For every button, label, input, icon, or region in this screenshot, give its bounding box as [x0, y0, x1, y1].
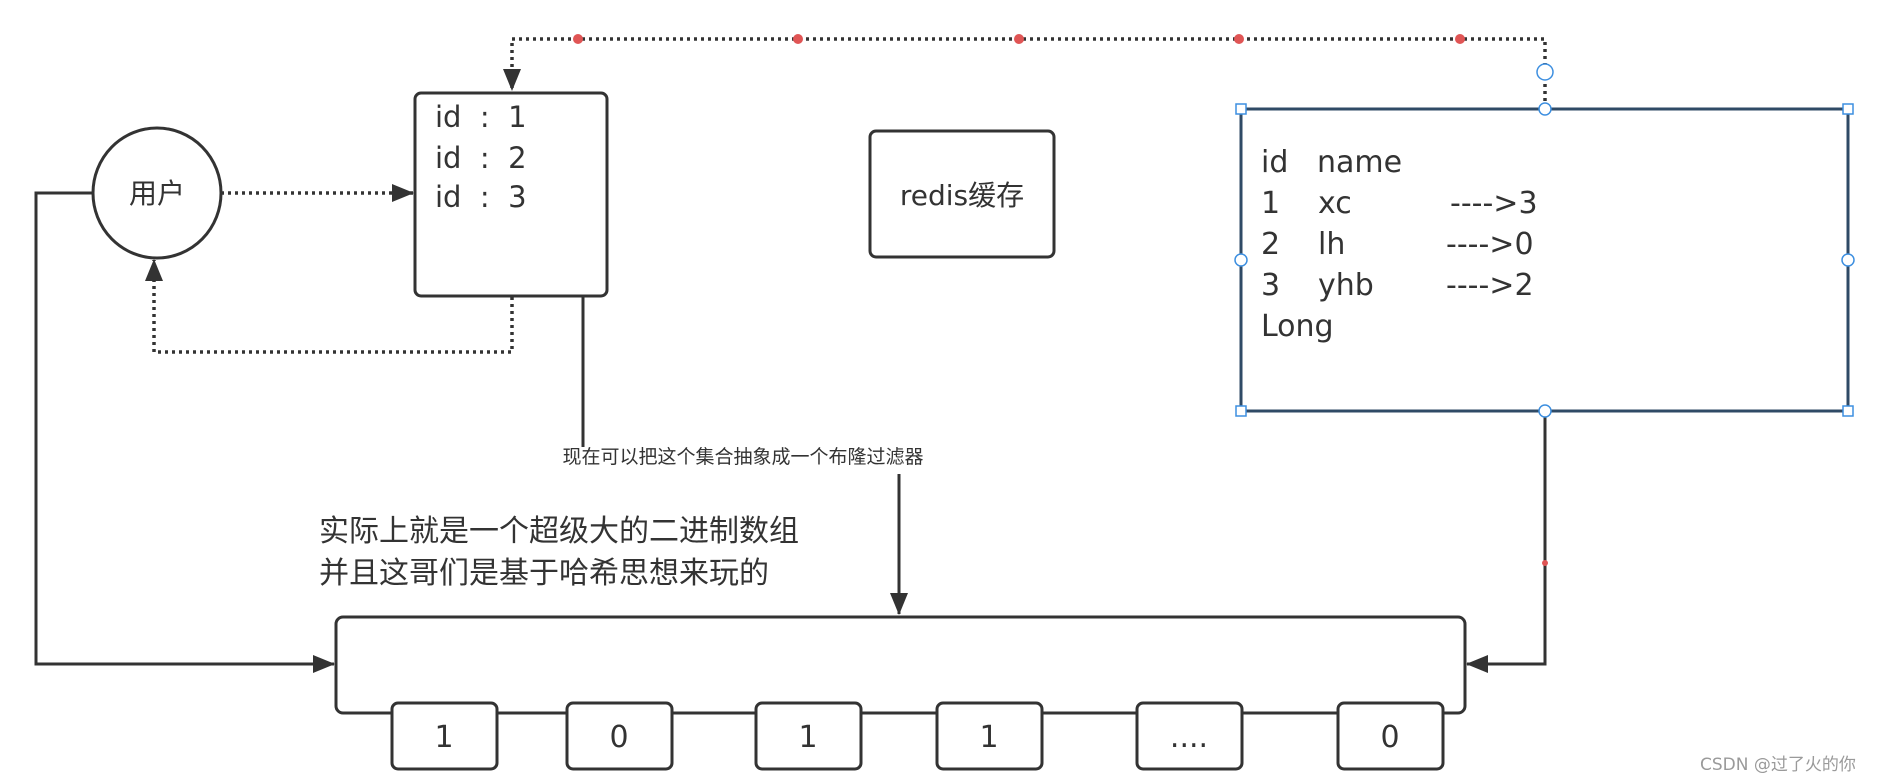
diagram-canvas: 用户 id : 1 id : 2 id : 3 redis缓存 id name … [34, 34, 1856, 775]
bit-cell[interactable]: 0 [565, 701, 674, 771]
user-node-label: 用户 [129, 177, 185, 210]
watermark: CSDN @过了火的你 [1700, 755, 1856, 775]
bit-cell[interactable]: 0 [1336, 701, 1445, 771]
resize-handle-top-left[interactable] [1235, 103, 1247, 115]
db-row-name: yhb [1318, 268, 1374, 303]
connection-point-left[interactable] [1234, 253, 1248, 267]
id-line: id : 2 [435, 141, 527, 175]
bit-cell-value: 1 [798, 720, 817, 755]
waypoint-dot[interactable] [1014, 34, 1024, 44]
db-row-id: 2 [1261, 227, 1280, 262]
bit-array-node[interactable] [334, 615, 1467, 715]
waypoint-dot[interactable] [1455, 34, 1465, 44]
connection-point-bottom[interactable] [1538, 404, 1552, 418]
db-table-node[interactable]: id name 1 xc ---->3 2 lh ---->0 3 yhb --… [1239, 107, 1850, 413]
rotate-handle[interactable] [1536, 63, 1554, 81]
waypoint-dot[interactable] [793, 34, 803, 44]
resize-handle-top-right[interactable] [1842, 103, 1854, 115]
bit-cell-value: 0 [609, 720, 628, 755]
waypoint-dot[interactable] [1542, 560, 1548, 566]
bit-cell-value: 1 [434, 720, 453, 755]
bit-cell-value: 1 [979, 720, 998, 755]
bit-cell[interactable]: 1 [754, 701, 863, 771]
bit-cell[interactable]: 1 [390, 701, 499, 771]
connector-db-to-bitarray[interactable] [1466, 413, 1547, 673]
resize-handle-bottom-right[interactable] [1842, 405, 1854, 417]
db-table-footer: Long [1261, 309, 1334, 344]
id-set-node[interactable]: id : 1 id : 2 id : 3 [413, 91, 609, 298]
id-line: id : 1 [435, 100, 527, 134]
waypoint-dot[interactable] [573, 34, 583, 44]
explanation-line: 并且这哥们是基于哈希思想来玩的 [319, 556, 769, 591]
bit-cell[interactable]: 1 [935, 701, 1044, 771]
connection-point-top[interactable] [1538, 102, 1552, 116]
bit-cell-value: 0 [1380, 720, 1399, 755]
db-row-id: 3 [1261, 268, 1280, 303]
db-row-name: lh [1318, 227, 1345, 262]
user-node[interactable]: 用户 [91, 126, 223, 260]
waypoint-dot[interactable] [1234, 34, 1244, 44]
id-line: id : 3 [435, 180, 527, 214]
connector-db-to-idset[interactable] [503, 37, 1547, 108]
resize-handle-bottom-left[interactable] [1235, 405, 1247, 417]
db-row-mapping: ---->3 [1450, 186, 1538, 221]
db-row-id: 1 [1261, 186, 1280, 221]
explanation-line: 实际上就是一个超级大的二进制数组 [319, 514, 799, 549]
bloom-filter-label: 现在可以把这个集合抽象成一个布隆过滤器 [562, 446, 923, 468]
connector-user-to-bitarray[interactable] [34, 191, 335, 673]
redis-cache-node[interactable]: redis缓存 [868, 129, 1056, 259]
redis-node-label: redis缓存 [900, 179, 1024, 212]
connection-point-right[interactable] [1841, 253, 1855, 267]
db-row-name: xc [1318, 186, 1352, 221]
bit-cell[interactable]: .... [1135, 701, 1244, 771]
db-row-mapping: ---->2 [1446, 268, 1534, 303]
db-row-mapping: ---->0 [1446, 227, 1534, 262]
bit-cell-value: .... [1170, 720, 1208, 755]
db-table-header: id name [1261, 145, 1402, 180]
